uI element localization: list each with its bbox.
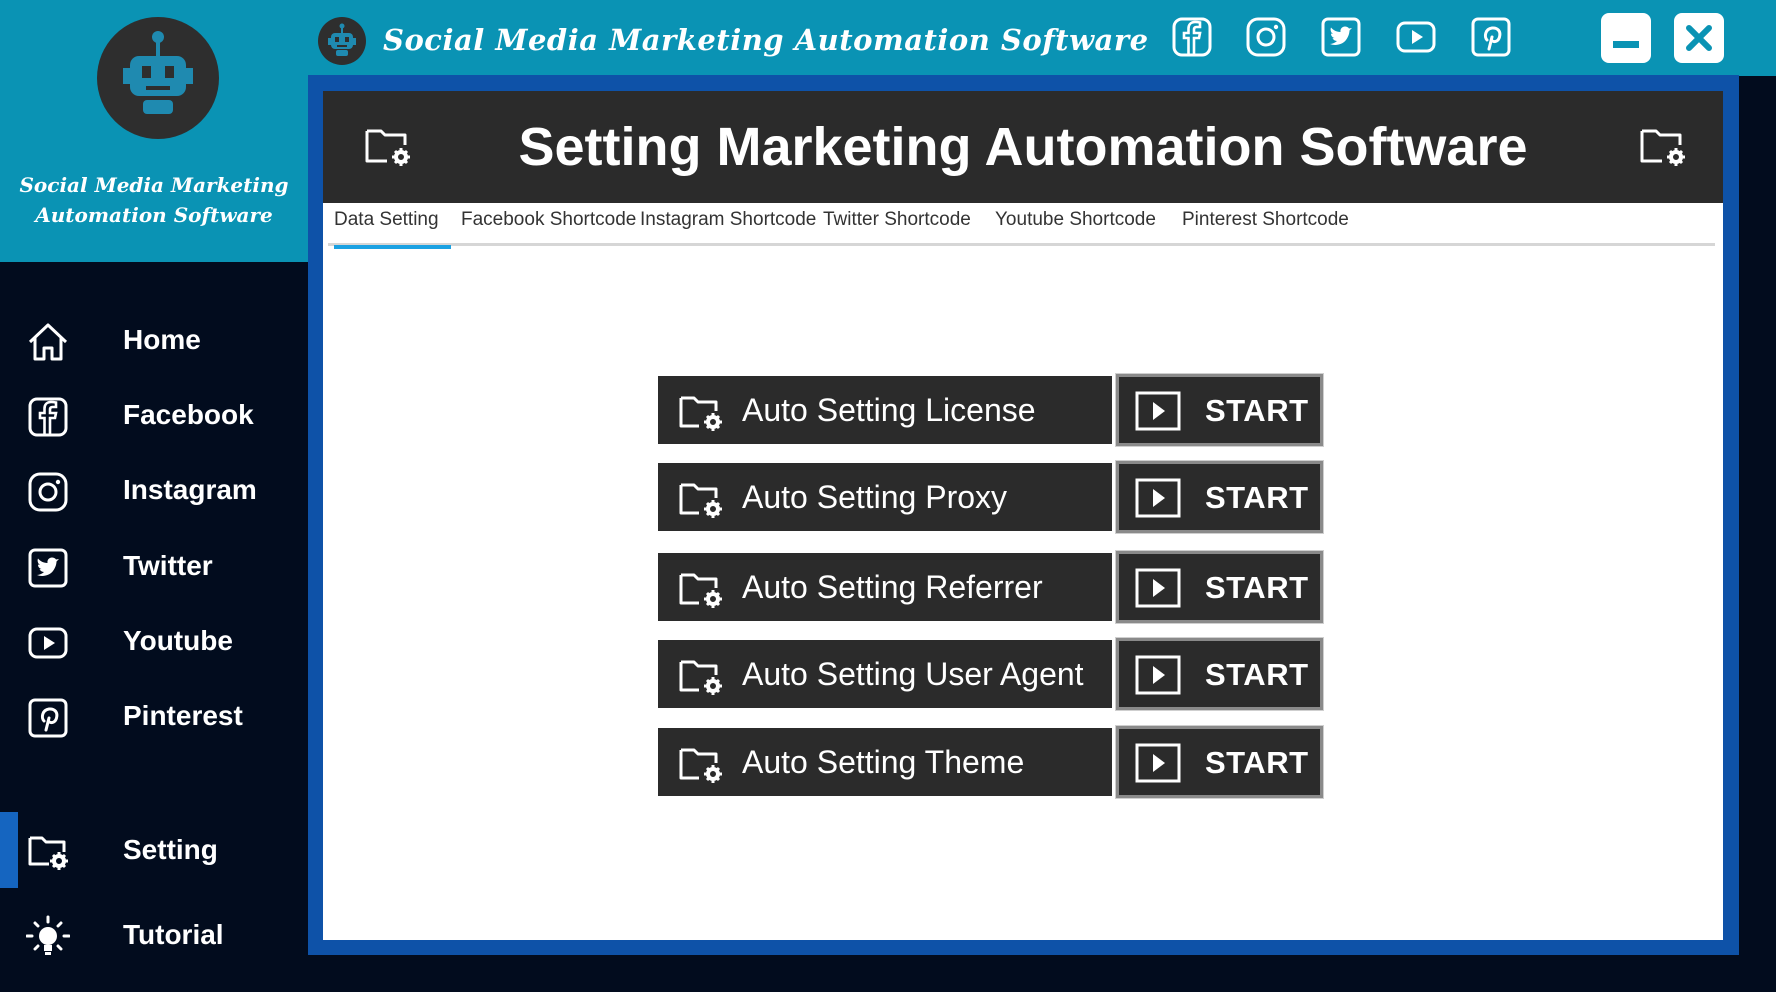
sidebar-item-label: Home bbox=[123, 324, 201, 355]
sidebar-item-label: Youtube bbox=[123, 625, 233, 656]
play-icon bbox=[1135, 391, 1181, 431]
sidebar-item-label: Twitter bbox=[123, 550, 213, 581]
pinterest-icon[interactable] bbox=[1470, 16, 1512, 58]
panel-header: Setting Marketing Automation Software bbox=[323, 91, 1723, 203]
twitter-icon[interactable] bbox=[1320, 16, 1362, 58]
robot-logo-icon bbox=[318, 17, 366, 65]
brand-name-line1: Social Media Marketing bbox=[19, 173, 289, 197]
active-indicator bbox=[0, 812, 18, 888]
play-icon bbox=[1135, 478, 1181, 518]
setting-row-license: Auto Setting License START bbox=[658, 373, 1324, 447]
setting-row-theme: Auto Setting Theme START bbox=[658, 725, 1324, 799]
tab-data-setting[interactable]: Data Setting bbox=[334, 201, 451, 249]
brand-name-line2: Automation Software bbox=[35, 203, 273, 227]
app-title: Social Media Marketing Automation Softwa… bbox=[383, 23, 1149, 57]
folder-settings-icon bbox=[679, 748, 722, 783]
start-button-theme[interactable]: START bbox=[1115, 725, 1324, 799]
youtube-icon[interactable] bbox=[1395, 16, 1437, 58]
instagram-icon[interactable] bbox=[1245, 16, 1287, 58]
sidebar-item-facebook[interactable]: Facebook bbox=[0, 377, 308, 453]
sidebar-item-label: Tutorial bbox=[123, 919, 224, 950]
page-title: Setting Marketing Automation Software bbox=[518, 117, 1528, 177]
sidebar-item-label: Pinterest bbox=[123, 700, 243, 731]
sidebar-item-label: Facebook bbox=[123, 399, 254, 430]
lightbulb-icon bbox=[26, 915, 70, 955]
folder-settings-icon bbox=[679, 660, 722, 695]
close-icon bbox=[1686, 25, 1712, 51]
folder-settings-icon bbox=[679, 396, 722, 431]
facebook-icon[interactable] bbox=[1171, 16, 1213, 58]
setting-label-box[interactable]: Auto Setting Referrer bbox=[658, 553, 1112, 621]
setting-label: Auto Setting Referrer bbox=[742, 569, 1043, 605]
instagram-icon bbox=[28, 472, 68, 512]
sidebar-item-instagram[interactable]: Instagram bbox=[0, 452, 308, 528]
start-label: START bbox=[1205, 570, 1309, 605]
setting-row-referrer: Auto Setting Referrer START bbox=[658, 550, 1324, 624]
folder-settings-icon bbox=[679, 483, 722, 518]
minimize-button[interactable] bbox=[1601, 13, 1651, 63]
setting-label-box[interactable]: Auto Setting Proxy bbox=[658, 463, 1112, 531]
sidebar-item-label: Instagram bbox=[123, 474, 257, 505]
brand-name: Social Media Marketing Automation Softwa… bbox=[0, 170, 308, 230]
settings-panel: Setting Marketing Automation Software Da… bbox=[323, 91, 1723, 940]
setting-label: Auto Setting User Agent bbox=[742, 656, 1084, 692]
home-icon bbox=[28, 323, 68, 361]
twitter-icon bbox=[28, 548, 68, 588]
folder-settings-icon bbox=[1640, 129, 1685, 166]
setting-label-box[interactable]: Auto Setting Theme bbox=[658, 728, 1112, 796]
play-icon bbox=[1135, 568, 1181, 608]
brand-panel: Social Media Marketing Automation Softwa… bbox=[0, 0, 308, 262]
facebook-icon bbox=[28, 397, 68, 437]
setting-label-box[interactable]: Auto Setting User Agent bbox=[658, 640, 1112, 708]
sidebar-item-setting[interactable]: Setting bbox=[0, 812, 308, 888]
start-button-referrer[interactable]: START bbox=[1115, 550, 1324, 624]
tab-facebook-shortcode[interactable]: Facebook Shortcode bbox=[461, 201, 636, 246]
start-label: START bbox=[1205, 480, 1309, 515]
setting-label-box[interactable]: Auto Setting License bbox=[658, 376, 1112, 444]
sidebar-item-pinterest[interactable]: Pinterest bbox=[0, 678, 308, 754]
start-button-proxy[interactable]: START bbox=[1115, 460, 1324, 534]
start-button-license[interactable]: START bbox=[1115, 373, 1324, 447]
setting-row-user-agent: Auto Setting User Agent START bbox=[658, 637, 1324, 711]
robot-logo-icon bbox=[97, 17, 219, 139]
play-icon bbox=[1135, 743, 1181, 783]
sidebar-item-label: Setting bbox=[123, 834, 218, 865]
pinterest-icon bbox=[28, 698, 68, 738]
youtube-icon bbox=[28, 627, 68, 659]
sidebar-item-twitter[interactable]: Twitter bbox=[0, 528, 308, 604]
start-label: START bbox=[1205, 745, 1309, 780]
folder-settings-icon bbox=[28, 836, 68, 870]
tab-youtube-shortcode[interactable]: Youtube Shortcode bbox=[995, 201, 1156, 246]
start-label: START bbox=[1205, 657, 1309, 692]
setting-label: Auto Setting License bbox=[742, 392, 1036, 428]
tab-bar: Data Setting Facebook Shortcode Instagra… bbox=[328, 201, 1715, 249]
start-label: START bbox=[1205, 393, 1309, 428]
tab-instagram-shortcode[interactable]: Instagram Shortcode bbox=[640, 201, 816, 246]
sidebar-item-tutorial[interactable]: Tutorial bbox=[0, 897, 308, 973]
close-button[interactable] bbox=[1674, 13, 1724, 63]
tab-twitter-shortcode[interactable]: Twitter Shortcode bbox=[823, 201, 971, 246]
minimize-icon bbox=[1613, 41, 1639, 48]
setting-label: Auto Setting Proxy bbox=[742, 479, 1008, 515]
sidebar-item-home[interactable]: Home bbox=[0, 302, 308, 378]
sidebar: Home Facebook Instagram Twitter Youtube bbox=[0, 262, 308, 992]
play-icon bbox=[1135, 655, 1181, 695]
tab-pinterest-shortcode[interactable]: Pinterest Shortcode bbox=[1182, 201, 1349, 246]
setting-row-proxy: Auto Setting Proxy START bbox=[658, 460, 1324, 534]
setting-label: Auto Setting Theme bbox=[742, 744, 1025, 780]
sidebar-item-youtube[interactable]: Youtube bbox=[0, 603, 308, 679]
folder-settings-icon bbox=[679, 573, 722, 608]
start-button-user-agent[interactable]: START bbox=[1115, 637, 1324, 711]
